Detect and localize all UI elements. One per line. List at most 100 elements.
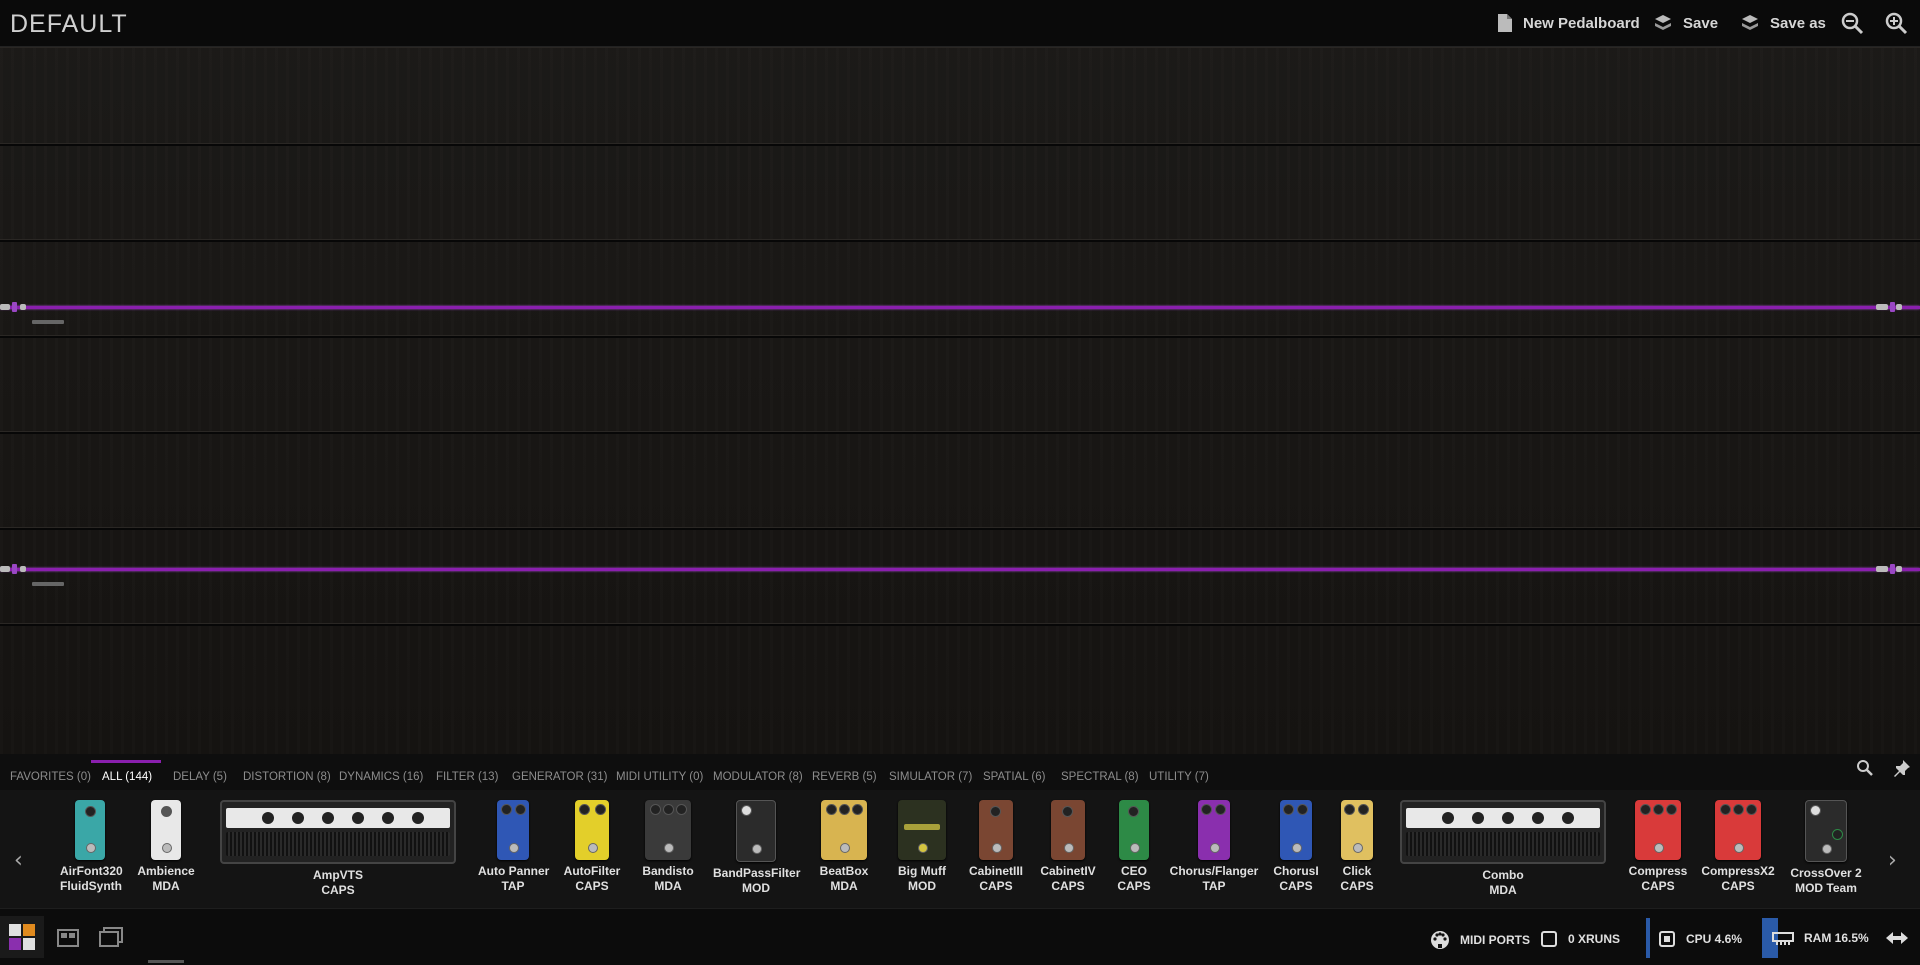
capture-2-jack[interactable] [0, 564, 26, 574]
plugin-item[interactable]: CabinetIII CAPS [966, 800, 1026, 894]
save-as-label: Save as [1770, 14, 1826, 32]
plugin-brand: CAPS [1721, 879, 1755, 893]
pedal-thumbnail [151, 800, 181, 860]
pedal-thumbnail [1198, 800, 1230, 860]
plugin-item[interactable]: AmpVTS CAPS [218, 800, 458, 898]
save-label: Save [1683, 14, 1719, 32]
cpu-meter [1646, 918, 1650, 958]
pedalboard-canvas[interactable] [0, 47, 1920, 754]
tab-simulator[interactable]: SIMULATOR (7) [889, 771, 972, 783]
new-pedalboard-label: New Pedalboard [1523, 14, 1640, 32]
cpu-indicator: CPU 4.6% [1658, 930, 1742, 948]
midi-ports-button[interactable]: MIDI PORTS [1430, 930, 1530, 950]
tab-midi-utility[interactable]: MIDI UTILITY (0) [616, 771, 703, 783]
plugin-brand: CAPS [1051, 879, 1085, 893]
plugin-item[interactable]: Combo MDA [1398, 800, 1608, 898]
scroll-right-icon[interactable]: › [1888, 848, 1897, 873]
plugin-item[interactable]: ChorusI CAPS [1266, 800, 1326, 894]
plugin-brand: MDA [654, 879, 682, 893]
plugin-item[interactable]: Big Muff MOD [892, 800, 952, 894]
transport-arrows-icon[interactable] [1884, 930, 1910, 946]
plugin-item[interactable]: Compress CAPS [1628, 800, 1688, 894]
tab-utility[interactable]: UTILITY (7) [1149, 771, 1209, 783]
plugin-name: CabinetIV [1040, 864, 1096, 878]
midi-icon [1431, 931, 1449, 949]
plugin-name: AmpVTS [312, 868, 363, 882]
search-icon[interactable] [1856, 759, 1874, 777]
audio-cable-1[interactable] [0, 306, 1920, 309]
plugin-item[interactable]: BandPassFilter MOD [713, 800, 800, 896]
tab-spatial[interactable]: SPATIAL (6) [983, 771, 1045, 783]
tab-favorites[interactable]: FAVORITES (0) [10, 771, 91, 783]
plugin-name: Ambience [137, 864, 195, 878]
plugin-brand: CAPS [1340, 879, 1374, 893]
save-button[interactable]: Save [1653, 12, 1718, 34]
plugin-brand: MOD [908, 879, 936, 893]
plugin-name: CabinetIII [968, 864, 1023, 878]
plugin-item[interactable]: Auto Panner TAP [478, 800, 550, 894]
ram-icon [1772, 932, 1794, 945]
tab-distortion[interactable]: DISTORTION (8) [243, 771, 331, 783]
wood-plank [0, 431, 1920, 530]
plugin-item[interactable]: AutoFilter CAPS [562, 800, 622, 894]
wood-plank [0, 527, 1920, 626]
pedal-thumbnail [1805, 800, 1847, 862]
mod-logo-button[interactable] [0, 916, 44, 958]
playback-1-jack[interactable] [1876, 302, 1902, 312]
cpu-icon [1659, 931, 1675, 947]
tab-filter[interactable]: FILTER (13) [436, 771, 498, 783]
plugin-item[interactable]: CabinetIV CAPS [1038, 800, 1098, 894]
plugin-brand: MDA [830, 879, 858, 893]
bank-icon[interactable] [56, 926, 80, 948]
plugin-item[interactable]: CompressX2 CAPS [1701, 800, 1775, 894]
plugin-item[interactable]: CrossOver 2 MOD Team [1786, 800, 1866, 896]
ram-indicator: RAM 16.5% [1772, 930, 1869, 946]
pedal-thumbnail [1119, 800, 1149, 860]
wood-plank [0, 623, 1920, 754]
tab-reverb[interactable]: REVERB (5) [812, 771, 877, 783]
scroll-left-icon[interactable]: ‹ [14, 848, 23, 873]
plugin-brand: CAPS [1279, 879, 1313, 893]
pedalboards-icon[interactable] [98, 926, 124, 948]
plugin-name: Auto Panner [478, 864, 550, 878]
new-pedalboard-button[interactable]: New Pedalboard [1497, 12, 1640, 34]
playback-2-jack[interactable] [1876, 564, 1902, 574]
tab-dynamics[interactable]: DYNAMICS (16) [339, 771, 423, 783]
plugin-item[interactable]: Ambience MDA [136, 800, 196, 894]
save-as-button[interactable]: Save as [1740, 12, 1826, 34]
tab-modulator[interactable]: MODULATOR (8) [713, 771, 803, 783]
audio-cable-2[interactable] [0, 568, 1920, 571]
pedal-thumbnail [898, 800, 946, 860]
tab-all[interactable]: ALL (144) [102, 771, 152, 783]
xruns-label: 0 XRUNS [1568, 932, 1621, 946]
plugin-brand: MOD Team [1795, 881, 1857, 895]
pin-icon[interactable] [1893, 759, 1911, 777]
plugin-name: AirFont320 [60, 864, 123, 878]
pedal-thumbnail [736, 800, 776, 862]
plugin-item[interactable]: BeatBox MDA [814, 800, 874, 894]
pedal-thumbnail [1341, 800, 1373, 860]
plugin-name: AutoFilter [563, 864, 621, 878]
zoom-in-icon[interactable] [1884, 11, 1908, 35]
plugin-item[interactable]: Bandisto MDA [638, 800, 698, 894]
midi-ports-label: MIDI PORTS [1460, 933, 1531, 947]
plugin-item[interactable]: Chorus/Flanger TAP [1166, 800, 1262, 894]
plugin-brand: MDA [1489, 883, 1517, 897]
tab-generator[interactable]: GENERATOR (31) [512, 771, 607, 783]
zoom-out-icon[interactable] [1840, 11, 1864, 35]
plugin-brand: CAPS [1117, 879, 1151, 893]
tab-delay[interactable]: DELAY (5) [173, 771, 227, 783]
capture-1-jack[interactable] [0, 302, 26, 312]
plugin-item[interactable]: CEO CAPS [1104, 800, 1164, 894]
plugin-item[interactable]: AirFont320 FluidSynth [60, 800, 123, 894]
pedal-thumbnail [1051, 800, 1085, 860]
pedal-thumbnail [575, 800, 609, 860]
pedal-thumbnail [645, 800, 691, 860]
puzzle-logo-icon [9, 924, 35, 950]
plugin-brand: TAP [1202, 879, 1226, 893]
xruns-indicator[interactable]: 0 XRUNS [1540, 930, 1620, 948]
plugin-name: BeatBox [819, 864, 869, 878]
tab-spectral[interactable]: SPECTRAL (8) [1061, 771, 1139, 783]
plugin-item[interactable]: Click CAPS [1327, 800, 1387, 894]
pedal-thumbnail [821, 800, 867, 860]
